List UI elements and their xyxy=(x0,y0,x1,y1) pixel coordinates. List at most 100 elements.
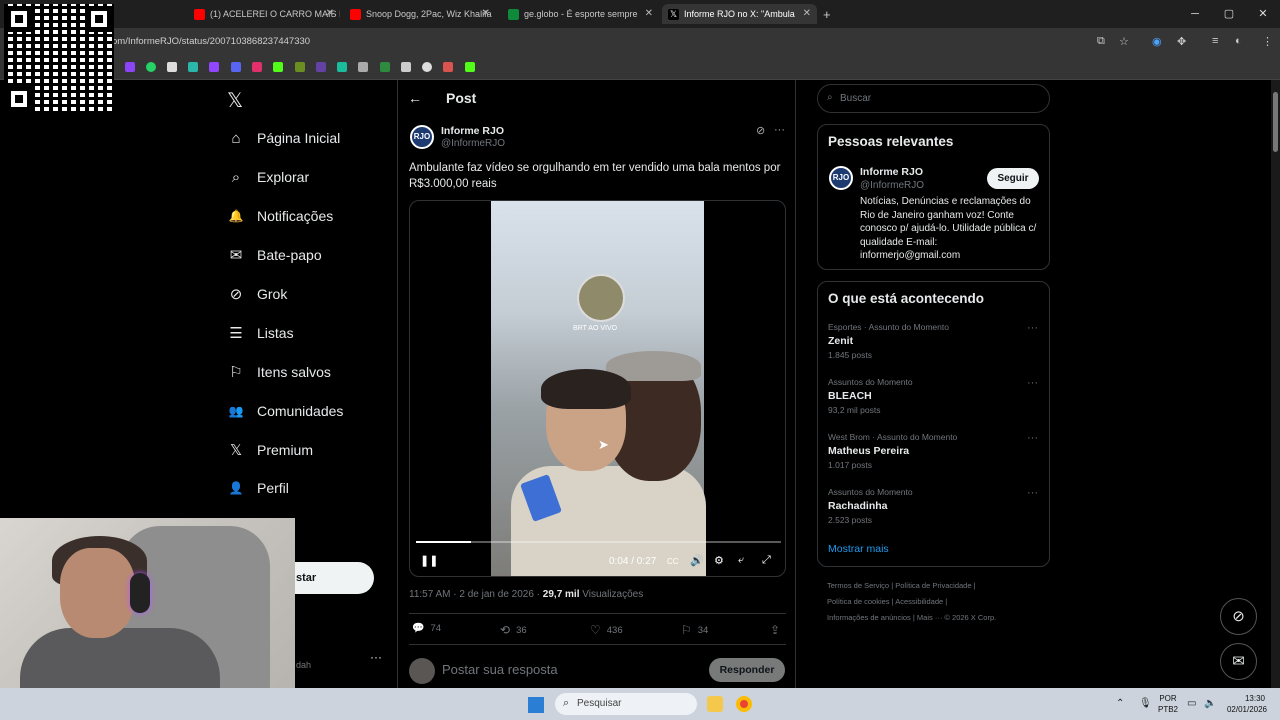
sidebar-item-notifications[interactable]: 🔔 Notificações xyxy=(227,203,334,229)
follow-button[interactable]: Seguir xyxy=(987,168,1039,189)
grok-fab-button[interactable]: ⊘ xyxy=(1220,598,1257,635)
trend-item[interactable]: Esportes · Assunto do Momento Zenit 1.84… xyxy=(828,322,1038,360)
fullscreen-icon[interactable]: ⤢ xyxy=(762,554,771,567)
browser-tab[interactable]: (1) ACELEREI O CARRO MAIS IN ✕ xyxy=(190,4,340,24)
sidebar-item-grok[interactable]: ⊘ Grok xyxy=(227,281,288,307)
account-menu-icon[interactable]: ··· xyxy=(370,650,382,664)
bookmark-icon[interactable] xyxy=(167,62,177,72)
more-options-icon[interactable]: ··· xyxy=(1027,432,1038,444)
back-arrow-icon[interactable]: ← xyxy=(408,90,422,106)
bookmark-icon[interactable] xyxy=(295,62,305,72)
bookmark-icon[interactable] xyxy=(465,62,475,72)
profile-avatar-icon[interactable]: ◐ xyxy=(1235,35,1242,47)
file-explorer-icon[interactable] xyxy=(707,696,723,712)
more-options-icon[interactable]: ··· xyxy=(1027,487,1038,499)
video-player[interactable]: BRT AO VIVO ❚❚ 0:04 / 0:27 CC 🔊 ⚙ ⤶ ⤢ xyxy=(409,200,786,577)
author-avatar[interactable]: RJO xyxy=(410,125,434,149)
relevant-avatar[interactable]: RJO xyxy=(829,166,853,190)
reply-input[interactable]: Postar sua resposta xyxy=(442,662,558,677)
bookmark-icon[interactable] xyxy=(337,62,347,72)
post-timestamp[interactable]: 11:57 AM · 2 de jan de 2026 · xyxy=(409,589,543,600)
repost-stat[interactable]: ⟲ 36 xyxy=(500,623,527,637)
bookmark-icon[interactable] xyxy=(209,62,219,72)
bookmark-icon[interactable] xyxy=(422,62,432,72)
bookmark-icon[interactable] xyxy=(188,62,198,72)
like-stat[interactable]: ♡ 436 xyxy=(590,623,623,637)
media-control-icon[interactable]: ≡ xyxy=(1212,35,1218,47)
input-language[interactable]: POR xyxy=(1158,694,1178,703)
author-handle[interactable]: @InformeRJO xyxy=(441,138,505,149)
footer-links[interactable]: Informações de anúncios | Mais ··· © 202… xyxy=(827,613,996,622)
taskbar-search[interactable]: ⌕ Pesquisar xyxy=(555,693,697,715)
trend-item[interactable]: West Brom · Assunto do Momento Matheus P… xyxy=(828,432,1038,470)
microphone-icon[interactable]: 🎙 xyxy=(1139,698,1152,709)
sidebar-item-premium[interactable]: 𝕏 Premium xyxy=(227,437,313,463)
bookmark-icon[interactable] xyxy=(358,62,368,72)
show-more-link[interactable]: Mostrar mais xyxy=(828,543,889,555)
close-tab-icon[interactable]: ✕ xyxy=(803,8,811,19)
browser-tab[interactable]: Snoop Dogg, 2Pac, Wiz Khalifa ✕ xyxy=(346,4,496,24)
new-tab-button[interactable]: + xyxy=(823,4,837,24)
sidebar-item-communities[interactable]: 👥 Comunidades xyxy=(227,398,344,424)
user-avatar[interactable] xyxy=(409,658,435,684)
extension-icon[interactable]: ◉ xyxy=(1152,35,1162,48)
relevant-name[interactable]: Informe RJO xyxy=(860,166,923,178)
more-options-icon[interactable]: ··· xyxy=(774,124,785,136)
sidebar-item-bookmarks[interactable]: ⚐ Itens salvos xyxy=(227,359,331,385)
bookmark-icon[interactable] xyxy=(231,62,241,72)
more-options-icon[interactable]: ··· xyxy=(1027,377,1038,389)
volume-icon[interactable]: 🔈 xyxy=(1204,698,1216,709)
bookmark-icon[interactable] xyxy=(443,62,453,72)
settings-gear-icon[interactable]: ⚙ xyxy=(714,554,724,567)
bookmark-icon[interactable] xyxy=(401,62,411,72)
bookmark-icon[interactable] xyxy=(273,62,283,72)
more-options-icon[interactable]: ··· xyxy=(1027,322,1038,334)
chrome-icon[interactable] xyxy=(736,696,752,712)
close-window-icon[interactable]: ✕ xyxy=(1246,0,1280,28)
reply-stat[interactable]: 💬 74 xyxy=(412,623,441,634)
close-tab-icon[interactable]: ✕ xyxy=(482,8,490,19)
minimize-icon[interactable]: ─ xyxy=(1178,0,1212,28)
footer-links[interactable]: Termos de Serviço | Política de Privacid… xyxy=(827,581,976,590)
network-icon[interactable]: ▭ xyxy=(1187,698,1196,709)
reply-button[interactable]: Responder xyxy=(709,658,785,682)
scrollbar-thumb[interactable] xyxy=(1273,92,1278,152)
x-logo-icon[interactable]: 𝕏 xyxy=(227,88,243,113)
sidebar-item-home[interactable]: ⌂ Página Inicial xyxy=(227,125,340,151)
author-name[interactable]: Informe RJO xyxy=(441,125,504,137)
picture-in-picture-icon[interactable]: ⤶ xyxy=(738,554,744,567)
trend-item[interactable]: Assuntos do Momento Rachadinha 2.523 pos… xyxy=(828,487,1038,525)
sidebar-item-profile[interactable]: 👤 Perfil xyxy=(227,475,289,501)
scrollbar[interactable] xyxy=(1271,80,1280,688)
bookmark-icon[interactable] xyxy=(146,62,156,72)
video-progress-bar[interactable] xyxy=(416,541,781,543)
close-tab-icon[interactable]: ✕ xyxy=(645,8,653,19)
sidebar-item-lists[interactable]: ☰ Listas xyxy=(227,320,293,346)
sidebar-item-chat[interactable]: ✉ Bate-papo xyxy=(227,242,322,268)
pause-icon[interactable]: ❚❚ xyxy=(420,554,438,567)
captions-icon[interactable]: CC xyxy=(667,557,679,566)
maximize-icon[interactable]: ▢ xyxy=(1212,0,1246,28)
grok-icon[interactable]: ⊘ xyxy=(756,124,765,137)
bookmark-icon[interactable] xyxy=(125,62,135,72)
url-field[interactable]: om/InformeRJO/status/2007103868237447330 xyxy=(112,36,310,47)
sidebar-item-explore[interactable]: ⌕ Explorar xyxy=(227,164,309,190)
messages-fab-button[interactable]: ✉ xyxy=(1220,643,1257,680)
browser-tab-active[interactable]: 𝕏 Informe RJO no X: "Ambula ✕ xyxy=(662,4,817,24)
windows-start-icon[interactable] xyxy=(528,697,544,713)
browser-tab[interactable]: ge.globo - É esporte sempre ✕ xyxy=(504,4,659,24)
footer-links[interactable]: Política de cookies | Acessibilidade | xyxy=(827,597,947,606)
close-tab-icon[interactable]: ✕ xyxy=(326,8,334,19)
install-app-icon[interactable]: ⧉ xyxy=(1097,35,1105,48)
bookmark-icon[interactable] xyxy=(380,62,390,72)
browser-menu-icon[interactable]: ⋮ xyxy=(1262,35,1273,48)
volume-icon[interactable]: 🔊 xyxy=(690,554,704,567)
bookmark-icon[interactable] xyxy=(252,62,262,72)
bookmark-stat[interactable]: ⚐ 34 xyxy=(681,623,708,637)
share-stat[interactable]: ⇪ xyxy=(770,623,786,637)
trend-item[interactable]: Assuntos do Momento BLEACH 93,2 mil post… xyxy=(828,377,1038,415)
extensions-puzzle-icon[interactable]: ✥ xyxy=(1177,35,1186,48)
clock-date[interactable]: 02/01/2026 xyxy=(1222,705,1272,714)
chevron-up-icon[interactable]: ⌃ xyxy=(1116,698,1124,709)
bookmark-icon[interactable] xyxy=(316,62,326,72)
